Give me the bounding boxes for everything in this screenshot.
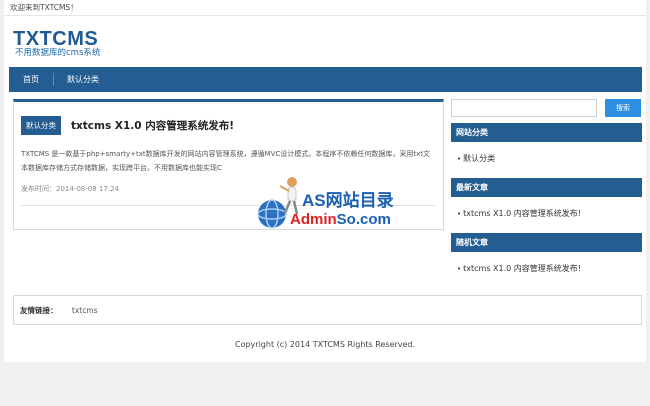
friend-links-label: 友情链接： [20,306,58,315]
search-input[interactable] [451,99,597,117]
watermark-logo: AS网站目录 AdminSo.com [252,172,412,234]
bullet-icon: • [457,155,462,163]
watermark-text-line2: AdminSo.com [290,211,391,228]
nav-item-default-category[interactable]: 默认分类 [53,67,113,92]
sidebar-random-label: txtcms X1.0 内容管理系统发布! [463,264,582,273]
site-subtitle: 不用数据库的cms系统 [15,48,101,58]
top-bar: 欢迎来到TXTCMS！ [4,0,646,16]
friend-link-item[interactable]: txtcms [72,306,98,315]
search-button[interactable]: 搜索 [605,99,641,117]
footer-copyright: Copyright (c) 2014 TXTCMS Rights Reserve… [234,340,416,349]
sidebar-random-item[interactable]: • txtcms X1.0 内容管理系统发布! [451,263,642,274]
sidebar-category-item[interactable]: • 默认分类 [451,153,642,164]
post-excerpt: TXTCMS 是一款基于php+smarty+txt数据库开发的网站内容管理系统… [21,150,430,172]
nav-item-home[interactable]: 首页 [9,67,53,92]
sidebar-latest-title: 最新文章 [451,178,642,197]
watermark-text-red: Admin [290,211,337,228]
watermark-text-blue: So.com [336,211,391,228]
post-category-badge[interactable]: 默认分类 [21,116,61,135]
welcome-text: 欢迎来到TXTCMS！ [10,3,78,12]
sidebar-random: 随机文章 • txtcms X1.0 内容管理系统发布! [451,233,642,274]
watermark-text-line1: AS网站目录 [302,191,394,210]
friend-links: 友情链接： txtcms [13,295,642,325]
bullet-icon: • [457,210,462,218]
main-nav: 首页 默认分类 [9,67,642,92]
sidebar-random-title: 随机文章 [451,233,642,252]
post-date: 发布时间：2014-08-08 17:24 [21,185,120,193]
sidebar-categories: 网站分类 • 默认分类 [451,123,642,164]
sidebar-latest-label: txtcms X1.0 内容管理系统发布! [463,209,582,218]
sidebar-latest: 最新文章 • txtcms X1.0 内容管理系统发布! [451,178,642,219]
sidebar-categories-title: 网站分类 [451,123,642,142]
bullet-icon: • [457,265,462,273]
sidebar-category-label: 默认分类 [463,154,496,163]
post-title[interactable]: txtcms X1.0 内容管理系统发布! [71,118,234,133]
sidebar-latest-item[interactable]: • txtcms X1.0 内容管理系统发布! [451,208,642,219]
page-container: 欢迎来到TXTCMS！ TXTCMS 不用数据库的cms系统 首页 默认分类 默… [4,0,646,362]
